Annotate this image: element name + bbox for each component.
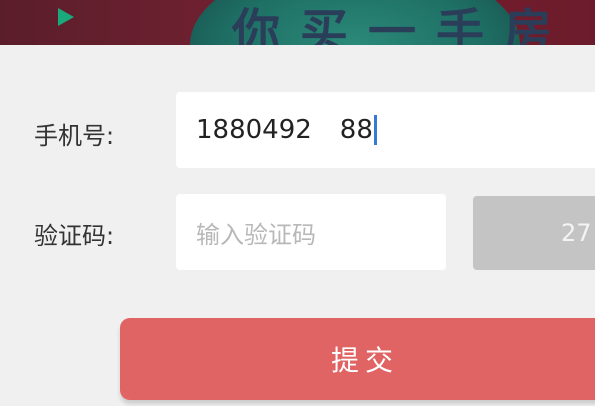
code-input[interactable]: 输入验证码 (176, 194, 446, 270)
phone-input[interactable]: 1880492 88 (176, 92, 595, 168)
code-placeholder: 输入验证码 (196, 220, 316, 249)
submit-label: 提交 (330, 344, 399, 377)
code-countdown: 27 (561, 219, 592, 247)
play-icon (58, 8, 74, 26)
phone-label: 手机号: (34, 122, 115, 150)
top-banner: 你买一手房 (0, 0, 595, 45)
phone-value-part2: 88 (339, 115, 373, 145)
get-code-button[interactable]: 27 (473, 196, 595, 270)
phone-value-part1: 1880492 (196, 115, 312, 145)
code-label: 验证码: (34, 222, 115, 250)
text-caret (373, 115, 377, 145)
banner-text: 你买一手房 (232, 4, 573, 45)
submit-button[interactable]: 提交 (120, 318, 595, 400)
